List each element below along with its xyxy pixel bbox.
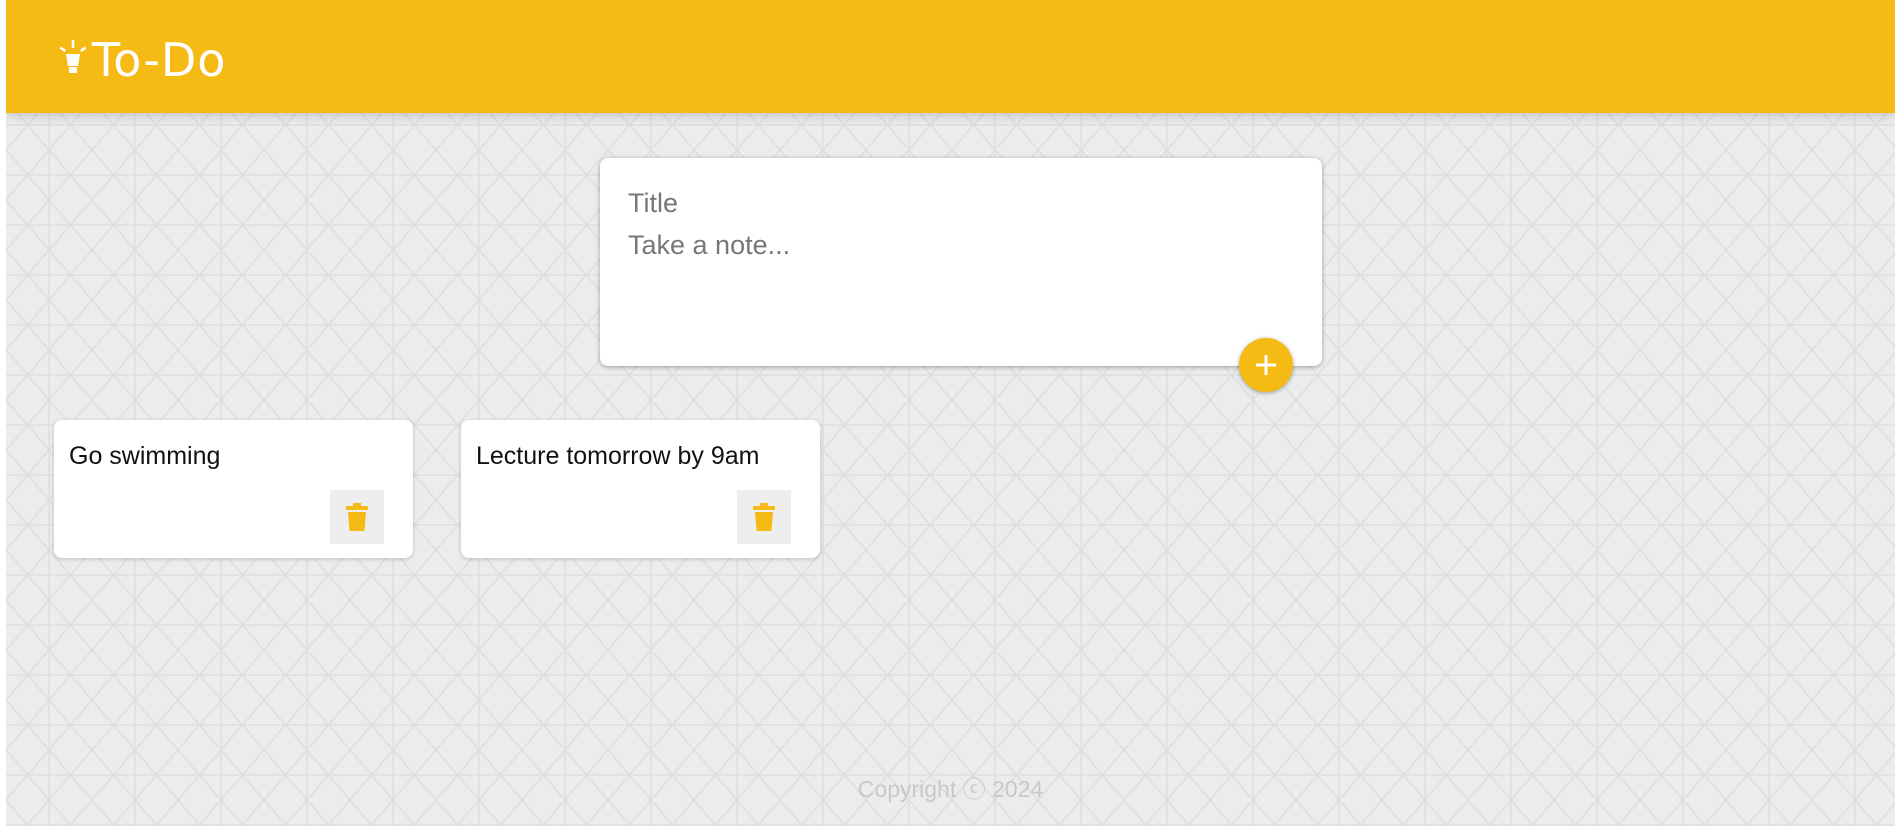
- create-note-form: [600, 158, 1322, 366]
- trash-icon: [753, 503, 775, 531]
- app-container: To-Do Go swimming Lecture tomorrow by 9a…: [6, 0, 1895, 826]
- note-card: Lecture tomorrow by 9am: [461, 420, 820, 558]
- copyright-text: Copyright ⓒ 2024: [857, 776, 1044, 802]
- delete-note-button[interactable]: [737, 490, 791, 544]
- plus-icon: [1256, 355, 1276, 375]
- app-header: To-Do: [6, 0, 1895, 113]
- lightbulb-icon: [59, 40, 87, 73]
- note-title-input[interactable]: [628, 186, 1288, 220]
- note-card: Go swimming: [54, 420, 413, 558]
- footer: Copyright ⓒ 2024: [6, 770, 1895, 804]
- note-title: Go swimming: [69, 442, 221, 470]
- note-title: Lecture tomorrow by 9am: [476, 442, 760, 470]
- trash-icon: [346, 503, 368, 531]
- add-note-button[interactable]: [1239, 338, 1293, 392]
- note-content-input[interactable]: [628, 230, 1288, 340]
- app-title: To-Do: [92, 33, 227, 87]
- delete-note-button[interactable]: [330, 490, 384, 544]
- background-pattern: [6, 0, 1895, 826]
